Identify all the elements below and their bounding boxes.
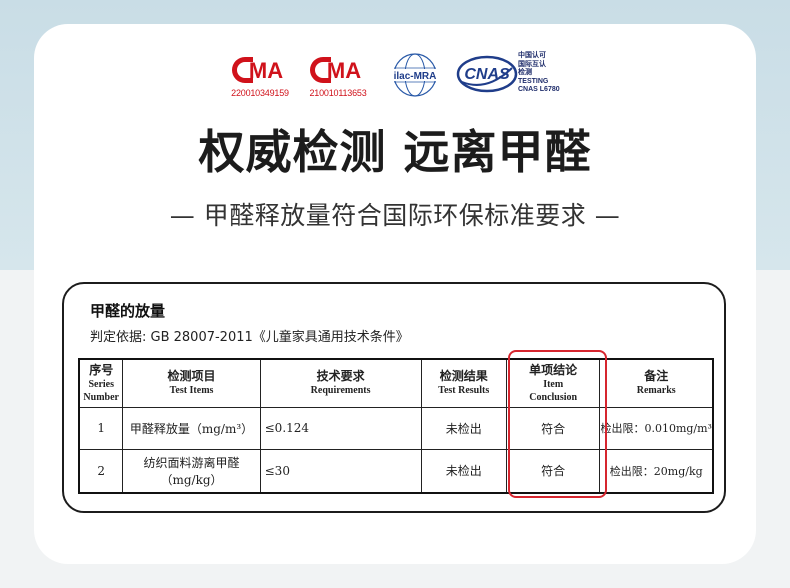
table-row: 2 纺织面料游离甲醛 （mg/kg） ≤30 未检出 符合 检出限：20mg/k… <box>78 448 714 494</box>
svg-text:CNAS: CNAS <box>464 66 510 83</box>
header-cell: 检测项目 Test Items <box>122 358 261 408</box>
header-cell: 序号 Series Number <box>78 358 124 408</box>
cma-number-1: 220010349159 <box>231 88 289 98</box>
svg-text:MA: MA <box>327 58 361 83</box>
cma-mark-icon: MA <box>232 57 283 83</box>
cma-logo-2: MA 210010113653 <box>309 54 367 98</box>
test-result: 未检出 <box>420 406 507 450</box>
cma-mark-icon: MA <box>310 57 361 83</box>
globe-icon: ilac-MRA <box>390 53 440 97</box>
panel-title: 甲醛的放量 <box>90 302 166 320</box>
cnas-caption-line: TESTING <box>518 77 549 85</box>
test-results-table: 序号 Series Number 检测项目 Test Items 技术要求 Re… <box>78 358 714 494</box>
svg-text:MA: MA <box>249 58 283 83</box>
cnas-caption-line: 检测 <box>518 69 532 76</box>
table-row: 1 甲醛释放量（mg/m³） ≤0.124 未检出 符合 检出限：0.010mg… <box>78 406 714 450</box>
remark: 检出限：0.010mg/m³ <box>599 406 714 450</box>
test-item-line: 纺织面料游离甲醛 <box>143 455 240 470</box>
header-cell: 备注 Remarks <box>599 358 714 408</box>
cnas-caption-line: 国际互认 <box>518 60 546 68</box>
cma-number-2: 210010113653 <box>309 88 367 98</box>
header-cell: 技术要求 Requirements <box>259 358 422 408</box>
test-item: 纺织面料游离甲醛 （mg/kg） <box>122 448 261 494</box>
requirement: ≤0.124 <box>259 406 422 450</box>
test-item: 甲醛释放量（mg/m³） <box>122 406 261 450</box>
table-header-row: 序号 Series Number 检测项目 Test Items 技术要求 Re… <box>78 358 714 408</box>
cnas-caption: 中国认可 国际互认 检测 TESTING CNAS L6780 <box>518 52 560 95</box>
conclusion-highlight-box <box>508 350 607 498</box>
ilac-mra-logo: ilac-MRA <box>388 52 442 102</box>
row-number: 2 <box>78 448 124 494</box>
test-item-unit: （mg/kg） <box>160 472 223 487</box>
row-number: 1 <box>78 406 124 450</box>
requirement: ≤30 <box>259 448 422 494</box>
page-title: 权威检测 远离甲醛 <box>198 125 592 179</box>
cnas-logo: CNAS <box>456 54 518 98</box>
remark: 检出限：20mg/kg <box>599 448 714 494</box>
svg-text:ilac-MRA: ilac-MRA <box>394 71 437 82</box>
cnas-caption-line: 中国认可 <box>518 52 546 59</box>
panel-basis: 判定依据: GB 28007-2011《儿童家具通用技术条件》 <box>90 330 409 345</box>
header-cell: 检测结果 Test Results <box>420 358 507 408</box>
page-subtitle: — 甲醛释放量符合国际环保标准要求 — <box>169 201 621 230</box>
cma-logo-1: MA 220010349159 <box>231 54 289 98</box>
test-result: 未检出 <box>420 448 507 494</box>
cnas-caption-line: CNAS L6780 <box>518 86 560 93</box>
cnas-mark-icon: CNAS <box>456 55 518 93</box>
